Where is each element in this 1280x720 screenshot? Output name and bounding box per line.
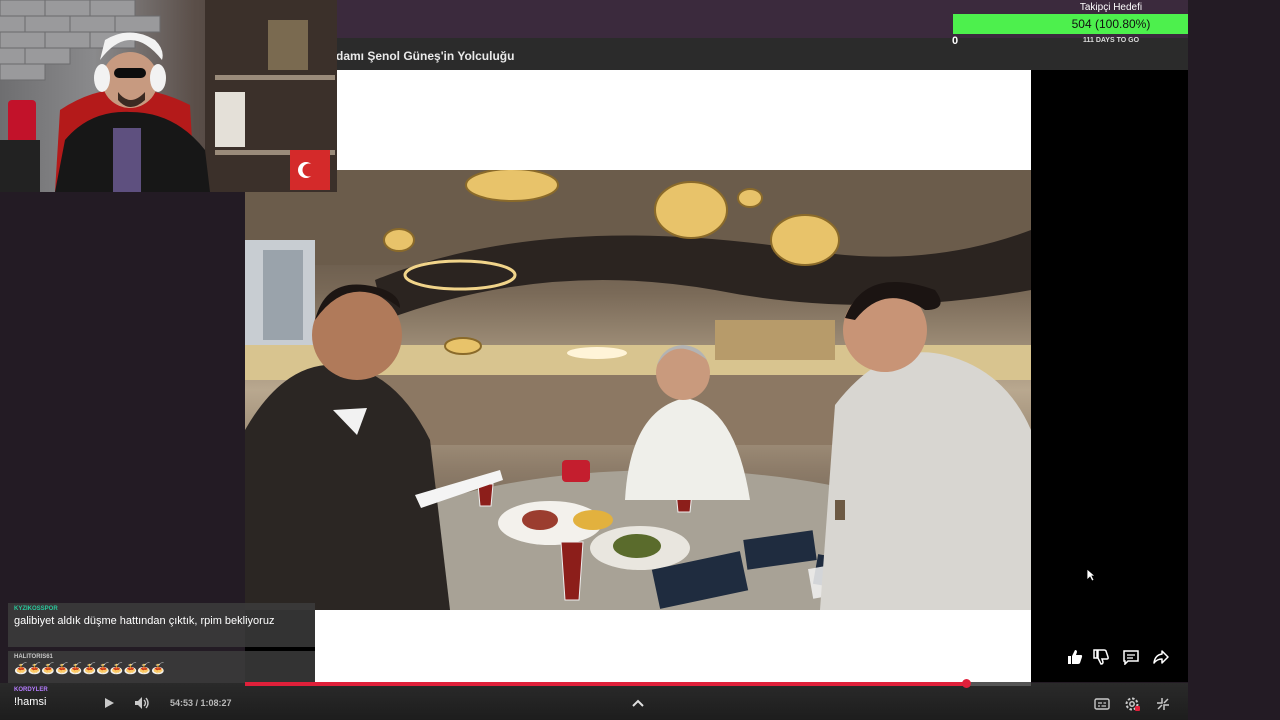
chat-message: HALITORIS61 🍝🍝🍝🍝🍝🍝🍝🍝🍝🍝🍝 bbox=[8, 651, 315, 683]
webcam-overlay bbox=[0, 0, 337, 192]
video-frame[interactable] bbox=[245, 170, 1031, 610]
seek-bar[interactable] bbox=[245, 679, 1031, 688]
settings-icon[interactable] bbox=[1123, 695, 1141, 713]
exit-fullscreen-icon[interactable] bbox=[1154, 695, 1172, 713]
mouse-cursor-icon bbox=[1086, 568, 1097, 582]
thumbs-up-icon[interactable] bbox=[1066, 648, 1084, 666]
restaurant-scene bbox=[245, 170, 1031, 610]
chat-text: !hamsi bbox=[14, 696, 47, 708]
chat-username: KORDYLER bbox=[14, 687, 48, 693]
streamer-webcam bbox=[0, 0, 337, 192]
chat-text: galibiyet aldık düşme hattından çıktık, … bbox=[14, 615, 275, 627]
right-margin bbox=[1188, 0, 1280, 720]
chat-username: HALITORIS61 bbox=[14, 654, 53, 660]
time-display: 54:53 / 1:08:27 bbox=[170, 698, 232, 708]
volume-icon[interactable] bbox=[133, 695, 151, 711]
chat-text: 🍝🍝🍝🍝🍝🍝🍝🍝🍝🍝🍝 bbox=[14, 663, 165, 675]
share-icon[interactable] bbox=[1152, 648, 1170, 666]
comment-icon[interactable] bbox=[1122, 648, 1140, 666]
captions-icon[interactable] bbox=[1093, 696, 1111, 712]
letterbox-top bbox=[315, 70, 1031, 170]
chat-message: KORDYLER !hamsi bbox=[8, 684, 315, 720]
chevron-up-icon[interactable] bbox=[629, 695, 647, 711]
seek-bar-handle[interactable] bbox=[961, 679, 971, 688]
seek-bar-progress bbox=[245, 682, 966, 686]
stream-screen: damı Şenol Güneş'in Yolculuğu Takipçi He… bbox=[0, 0, 1280, 720]
thumbs-down-icon[interactable] bbox=[1092, 648, 1110, 666]
chat-username: KYZIKOSSPOR bbox=[14, 606, 58, 612]
chat-message: KYZIKOSSPOR galibiyet aldık düşme hattın… bbox=[8, 603, 315, 647]
video-title: damı Şenol Güneş'in Yolculuğu bbox=[336, 49, 515, 63]
letterbox-bottom bbox=[315, 610, 1031, 685]
play-icon[interactable] bbox=[101, 695, 117, 711]
